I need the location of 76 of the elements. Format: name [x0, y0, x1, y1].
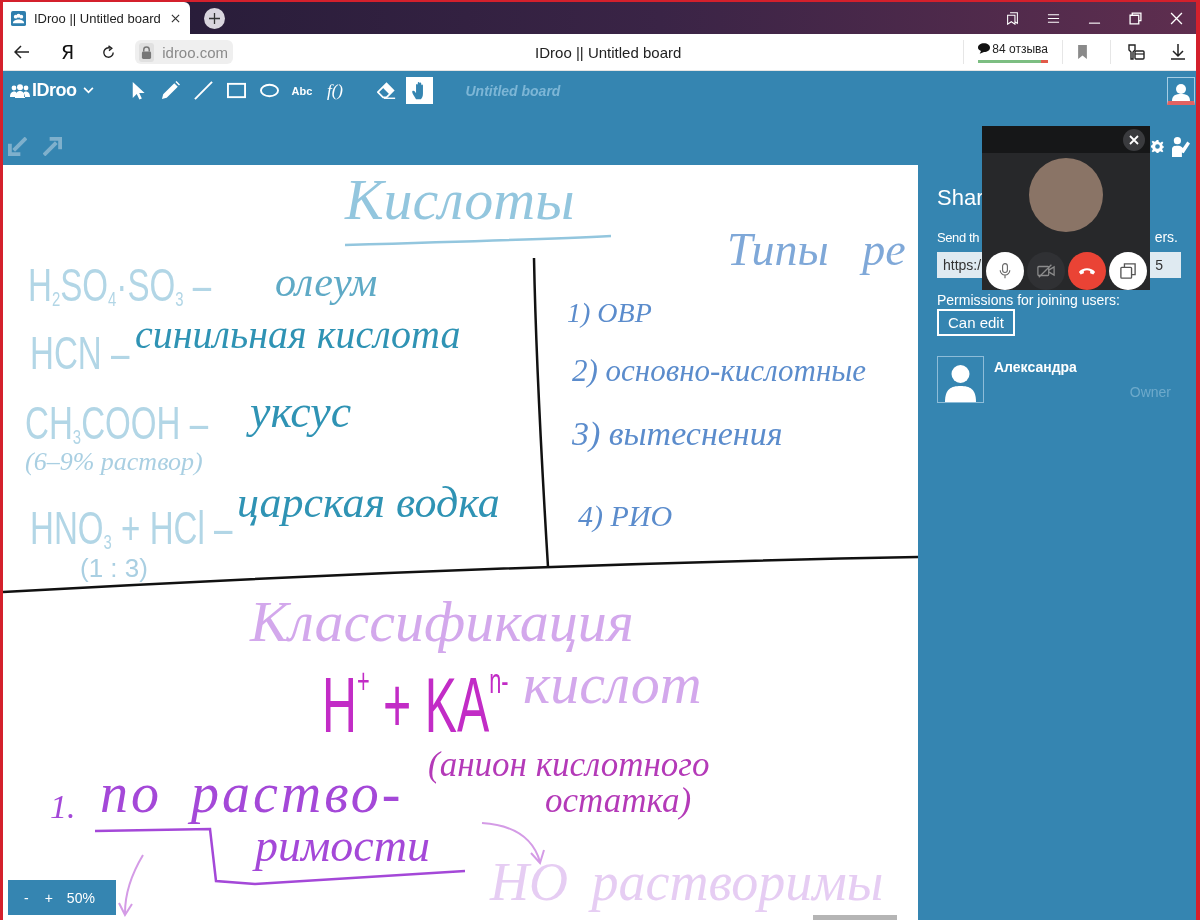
user-role: Owner	[1129, 384, 1171, 400]
speech-bubble-icon	[978, 43, 991, 54]
zoom-out-button[interactable]: -	[16, 889, 37, 906]
settings-gear-icon[interactable]	[1151, 140, 1164, 153]
rectangle-icon	[226, 81, 246, 100]
close-icon[interactable]	[1123, 129, 1145, 151]
browser-logo-button[interactable]: Я	[61, 41, 75, 63]
ellipse-icon	[259, 81, 279, 100]
whiteboard[interactable]	[3, 165, 918, 920]
zoom-level: 50%	[66, 889, 95, 906]
user-name: Александра	[994, 359, 1077, 375]
account-button[interactable]	[1167, 76, 1195, 105]
person-raising-hand-icon[interactable]	[1172, 136, 1190, 157]
reviews-link[interactable]: 84 отзыва	[978, 41, 1048, 56]
pencil-icon	[160, 81, 180, 100]
back-icon[interactable]	[14, 45, 30, 59]
user-avatar-icon	[937, 356, 984, 403]
bookmark-icon[interactable]	[1077, 45, 1088, 59]
menu-icon[interactable]	[1047, 11, 1060, 25]
handwritten-list-item: 2) основно-кислотные	[572, 355, 867, 386]
permissions-label: Permissions for joining users:	[937, 292, 1120, 309]
camera-button[interactable]	[1026, 252, 1065, 290]
panel-heading: Shar	[937, 185, 984, 211]
key-card-icon[interactable]	[1127, 43, 1145, 61]
hang-up-button[interactable]	[1067, 252, 1106, 290]
permission-button[interactable]: Can edit	[937, 309, 1015, 336]
handwritten-acid-name: олеум	[275, 261, 378, 303]
handwritten-acid-name: синильная кислота	[135, 315, 461, 355]
hand-tool[interactable]	[405, 77, 433, 104]
handwritten-note: (6–9% раствор)	[25, 449, 203, 475]
formula-tool[interactable]: f()	[321, 77, 349, 104]
text-tool[interactable]: Abc	[288, 77, 316, 104]
handwritten-list-item: 4) РИО	[578, 501, 673, 531]
caret-icon	[82, 87, 94, 94]
stacked-pages-icon[interactable]	[1006, 11, 1019, 25]
handwritten-list-item: 1) ОВР	[567, 299, 652, 327]
page-title: IDroo || Untitled board	[534, 43, 683, 61]
handwritten-heading: кислот	[523, 655, 702, 713]
handwritten-note: (анион кислотного	[428, 747, 710, 782]
handwritten-number: 1.	[50, 790, 76, 824]
handwritten-formula: HNO$_{3}$ + HCl –	[30, 505, 233, 553]
download-icon[interactable]	[1171, 44, 1185, 60]
handwritten-heading: Кислоты	[345, 171, 575, 229]
instruction-text: ers.	[1154, 229, 1178, 246]
reload-icon[interactable]	[101, 44, 117, 60]
drawn-arrow	[481, 822, 545, 865]
people-favicon-icon	[11, 10, 26, 26]
lock-icon	[139, 42, 155, 62]
handwritten-formula: H$^{+}$ + KA$^{n-}$	[322, 663, 509, 744]
handwritten-note: (1 : 3)	[80, 555, 148, 581]
horizontal-scrollbar-thumb[interactable]	[813, 915, 897, 920]
people-icon	[10, 83, 30, 98]
handwritten-formula: HCN –	[30, 330, 130, 376]
handwritten-note: остатка)	[545, 783, 692, 818]
plus-icon	[209, 12, 220, 24]
handwritten-formula: H$_{2}$SO$_{4}$·SO$_{3}$ –	[28, 262, 212, 310]
handwritten-formula: CH$_{3}$COOH –	[25, 400, 209, 448]
instruction-text: Send th	[937, 229, 979, 246]
close-icon[interactable]	[171, 13, 180, 23]
logo-menu-button[interactable]: IDroo	[10, 80, 94, 101]
eraser-icon	[376, 81, 396, 100]
handwritten-heading: Типы ре	[727, 227, 906, 273]
handwritten-list-item: 3) вытеснения	[572, 417, 783, 451]
handwritten-heading: Классификация	[250, 593, 634, 651]
user-silhouette-icon	[1171, 82, 1191, 101]
drawn-arrow	[118, 854, 144, 918]
restore-icon[interactable]	[1129, 11, 1142, 25]
overlapping-squares-icon	[1118, 263, 1137, 279]
handwritten-acid-name: царская водка	[237, 481, 500, 525]
line-icon	[193, 81, 213, 100]
new-tab-button[interactable]	[204, 7, 225, 29]
browser-tab[interactable]: IDroo || Untitled board	[3, 2, 190, 34]
zoom-in-button[interactable]: +	[36, 889, 61, 906]
address-field[interactable]: idroo.com	[135, 40, 234, 64]
picture-in-picture-button[interactable]	[1108, 252, 1147, 290]
microphone-button[interactable]	[985, 252, 1024, 290]
